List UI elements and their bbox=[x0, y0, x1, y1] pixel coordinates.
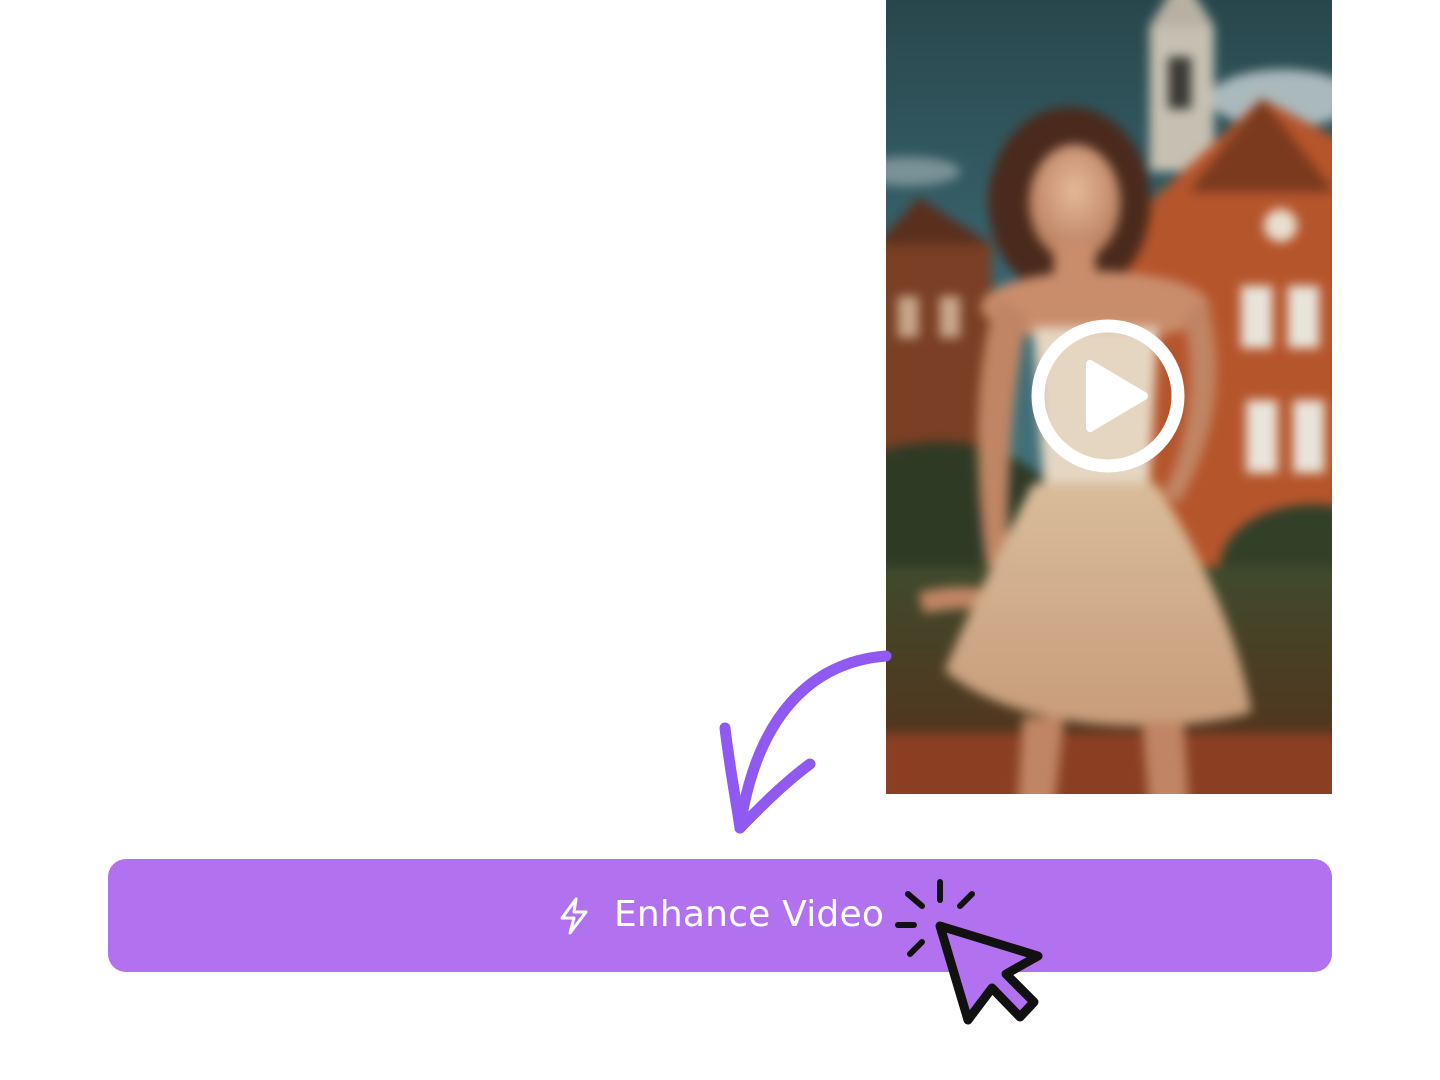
stage: Enhance Video bbox=[0, 0, 1440, 1080]
lightning-bolt-icon bbox=[556, 896, 592, 936]
click-cursor-icon bbox=[892, 876, 1052, 1028]
curved-arrow-icon bbox=[700, 640, 900, 850]
enhance-video-label: Enhance Video bbox=[613, 894, 885, 935]
play-circle-icon bbox=[1031, 319, 1185, 473]
enhance-video-button[interactable]: Enhance Video bbox=[108, 859, 1332, 972]
video-thumbnail[interactable] bbox=[886, 0, 1332, 794]
play-button[interactable] bbox=[1030, 318, 1186, 474]
